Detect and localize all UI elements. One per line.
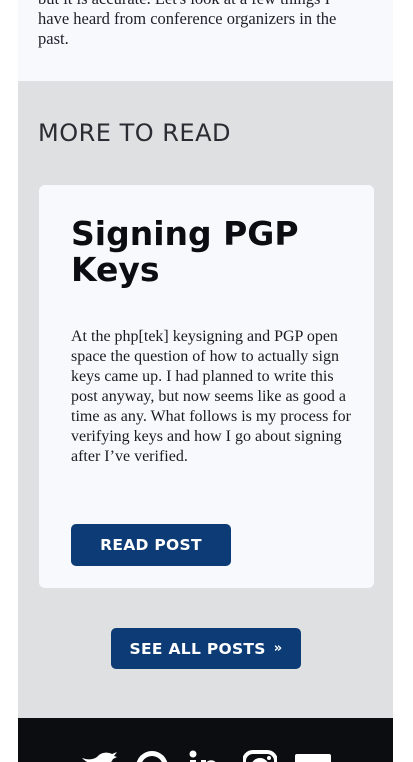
github-icon[interactable] — [135, 750, 169, 762]
post-card-title[interactable]: Signing PGP Keys — [71, 216, 351, 288]
post-card-excerpt: At the php[tek] keysigning and PGP open … — [71, 328, 351, 465]
article-paragraph: but it is accurate. Let's look at a few … — [38, 0, 337, 48]
site-footer — [18, 718, 393, 762]
article-body-end: but it is accurate. Let's look at a few … — [18, 0, 393, 81]
page: but it is accurate. Let's look at a few … — [0, 0, 413, 762]
linkedin-icon[interactable] — [189, 750, 223, 762]
post-card: Signing PGP Keys At the php[tek] keysign… — [39, 185, 374, 588]
email-icon[interactable] — [295, 750, 331, 762]
more-to-read-heading: MORE TO READ — [38, 119, 231, 147]
more-to-read-section: MORE TO READ Signing PGP Keys At the php… — [18, 81, 393, 718]
instagram-icon[interactable] — [242, 750, 278, 762]
read-post-button[interactable]: READ POST — [71, 524, 231, 566]
social-links — [18, 750, 393, 762]
see-all-posts-button[interactable]: SEE ALL POSTS » — [111, 628, 301, 669]
double-chevron-right-icon: » — [273, 641, 283, 656]
read-post-label: READ POST — [100, 536, 202, 554]
twitter-icon[interactable] — [80, 750, 118, 762]
see-all-posts-label: SEE ALL POSTS — [129, 639, 266, 658]
